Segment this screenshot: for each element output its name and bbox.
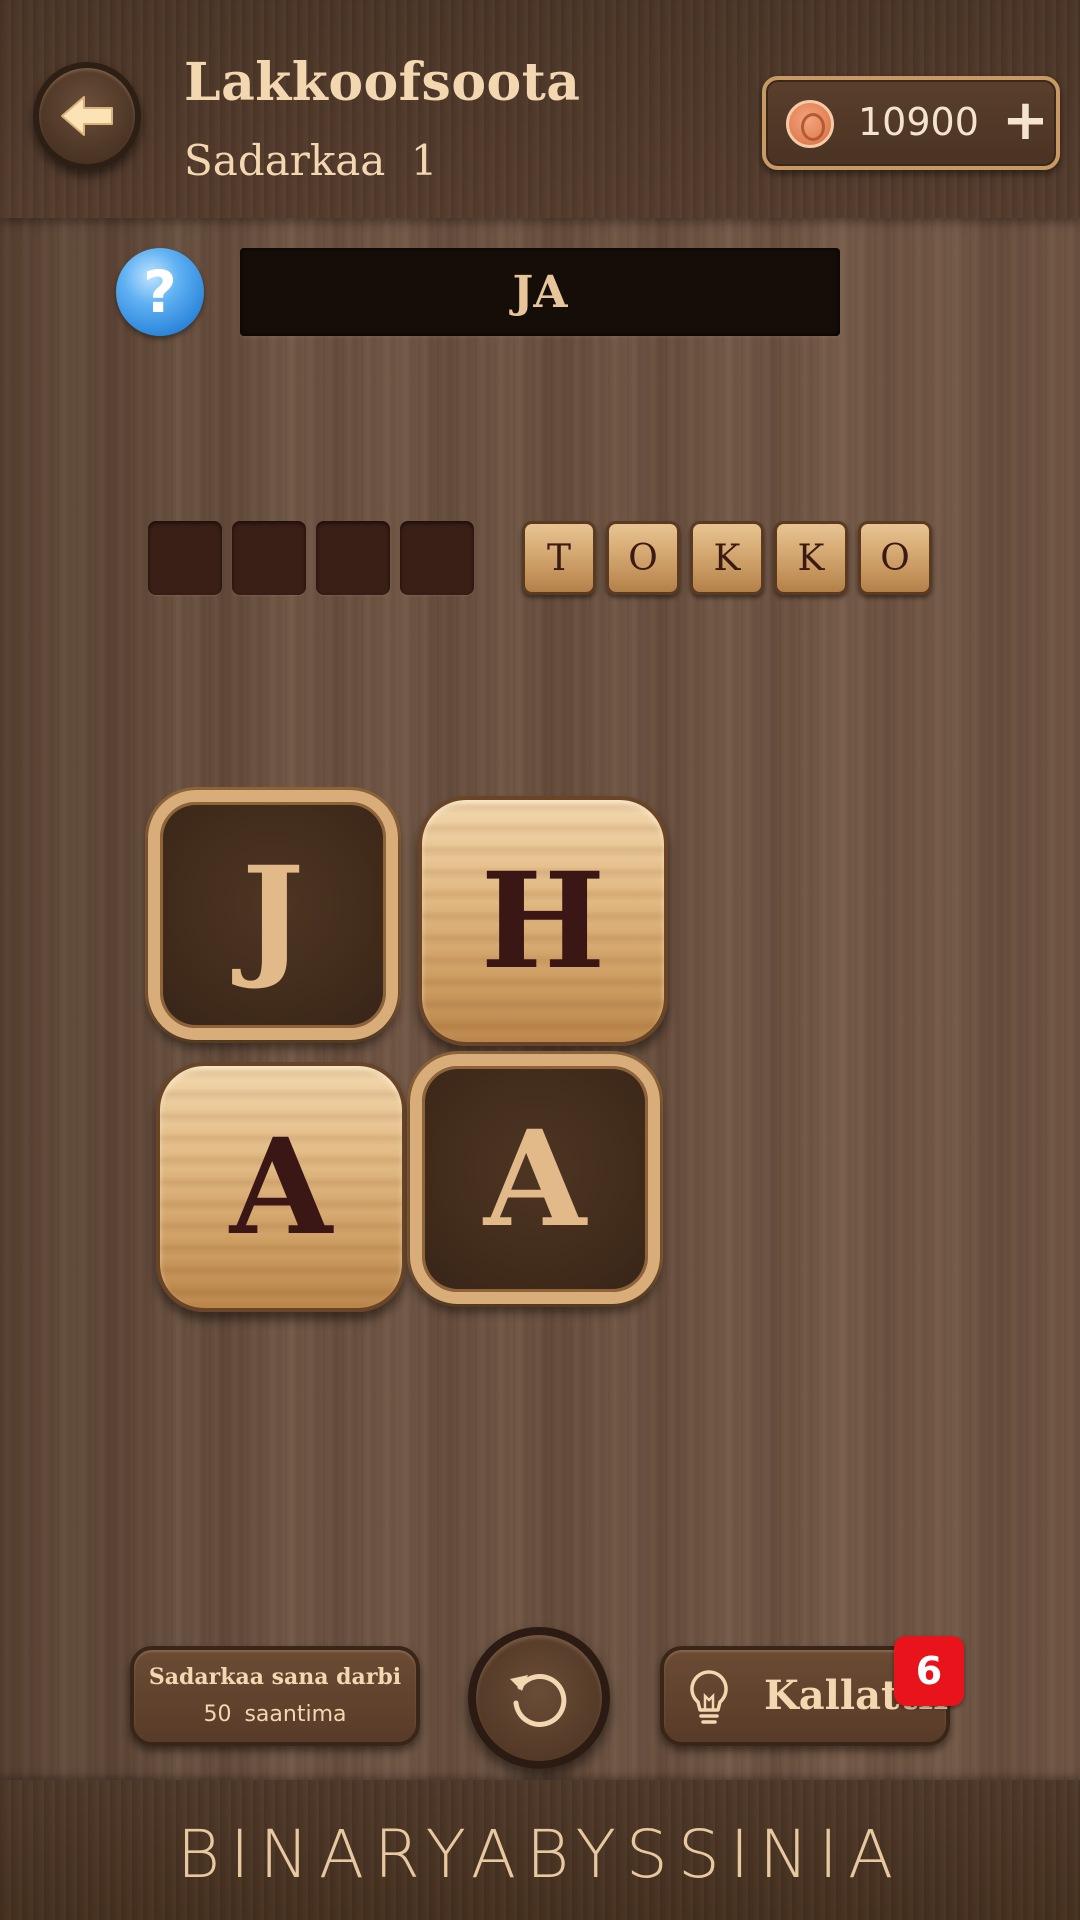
brand-logo: BINARYABYSSINIA xyxy=(176,1816,904,1893)
reset-button[interactable] xyxy=(468,1627,610,1769)
lightbulb-icon xyxy=(690,1670,728,1724)
coin-count: 10900 xyxy=(858,100,979,144)
level-label: Sadarkaa 1 xyxy=(184,136,438,185)
skip-level-cost: 50 saantima xyxy=(203,1702,347,1727)
letter-tile[interactable]: A xyxy=(156,1062,406,1312)
answer-letter-tile[interactable]: K xyxy=(690,521,764,595)
footer-banner: BINARYABYSSINIA xyxy=(0,1780,1080,1920)
coin-counter[interactable]: 10900 + xyxy=(762,76,1060,170)
add-coins-button[interactable]: + xyxy=(1002,88,1049,153)
undo-icon xyxy=(510,1673,567,1727)
clue-text: JA xyxy=(240,248,840,336)
hint-count-badge: 6 xyxy=(894,1636,964,1706)
top-bar: Lakkoofsoota Sadarkaa 1 10900 + xyxy=(0,0,1080,218)
answer-letter-tile[interactable]: O xyxy=(606,521,680,595)
answer-slot-empty[interactable] xyxy=(148,521,222,595)
coin-icon xyxy=(786,100,834,148)
skip-level-label: Sadarkaa sana darbi xyxy=(148,1664,402,1690)
letter-tile[interactable]: J xyxy=(148,790,398,1040)
answer-letter-tile[interactable]: O xyxy=(858,521,932,595)
help-button[interactable]: ? xyxy=(116,248,204,336)
arrow-left-icon xyxy=(61,96,113,136)
answer-letter-tile[interactable]: T xyxy=(522,521,596,595)
answer-slot-empty[interactable] xyxy=(316,521,390,595)
skip-level-button[interactable]: Sadarkaa sana darbi 50 saantima xyxy=(130,1646,420,1746)
answer-slot-empty[interactable] xyxy=(232,521,306,595)
answer-slot-empty[interactable] xyxy=(400,521,474,595)
answer-letter-tile[interactable]: K xyxy=(774,521,848,595)
letter-tile[interactable]: H xyxy=(418,796,668,1046)
back-button[interactable] xyxy=(33,62,141,170)
game-title: Lakkoofsoota xyxy=(184,52,581,113)
letter-tile[interactable]: A xyxy=(410,1054,660,1304)
